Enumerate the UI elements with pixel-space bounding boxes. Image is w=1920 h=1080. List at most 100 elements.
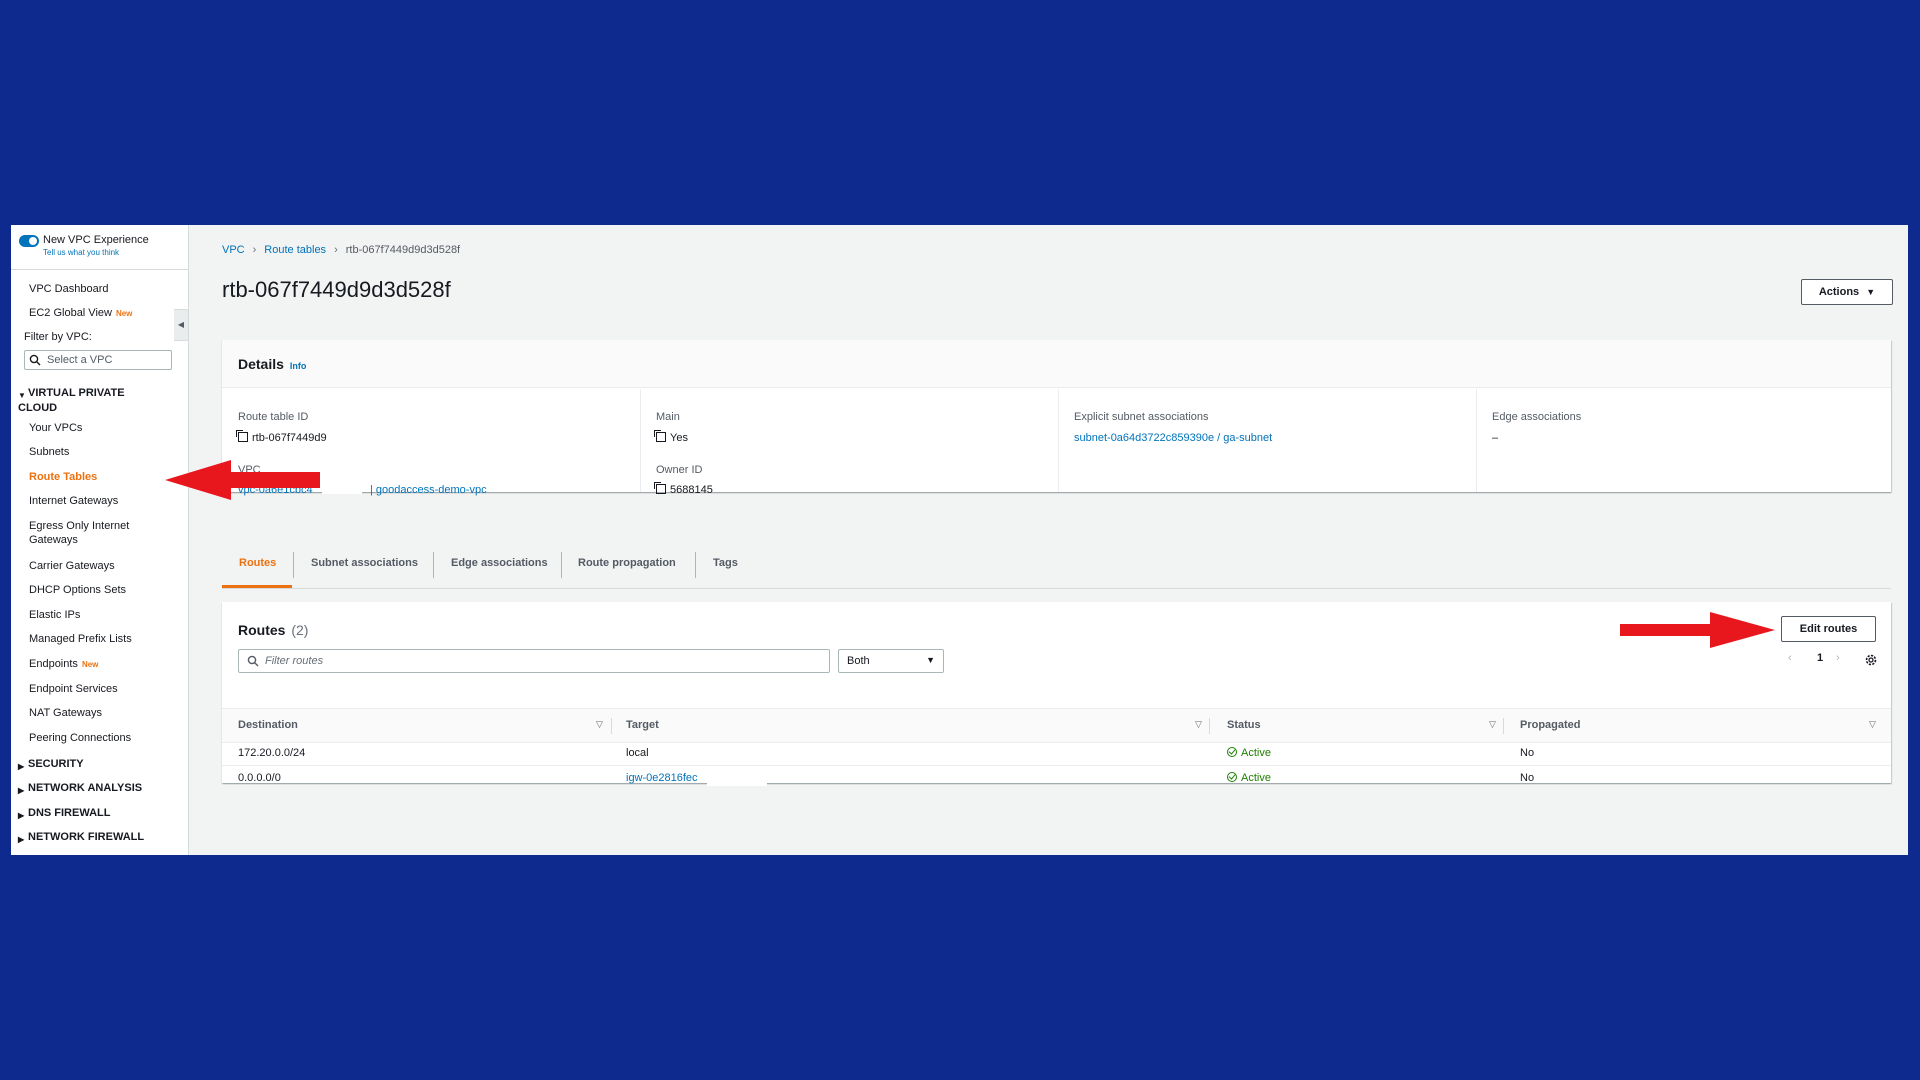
copy-icon[interactable] [654,482,666,494]
page-title: rtb-067f7449d9d3d528f [222,277,451,302]
tab-routes[interactable]: Routes [239,556,276,606]
filter-by-vpc-label: Filter by VPC: [24,331,92,343]
tabs-baseline [222,588,1891,589]
section-virtual-private-cloud[interactable]: ▼ VIRTUAL PRIVATE CLOUD [18,387,138,415]
section-network-analysis[interactable]: ▶ NETWORK ANALYSIS [18,782,142,797]
sort-icon[interactable]: ▽ [1489,719,1496,730]
info-link[interactable]: Info [290,361,307,371]
copy-icon[interactable] [236,430,248,442]
breadcrumb-current: rtb-067f7449d9d3d528f [345,244,461,256]
details-header: Details Info [222,340,1891,388]
sidebar-item-dhcp-options-sets[interactable]: DHCP Options Sets [29,583,126,597]
column-header-status[interactable]: Status [1227,719,1261,731]
table-row[interactable]: 172.20.0.0/24 local Active No [222,741,1891,766]
sidebar-item-egress-only-internet-gateways[interactable]: Egress Only Internet Gateways [29,519,149,547]
chevron-right-icon: › [252,244,257,256]
tab-tags[interactable]: Tags [713,556,738,606]
check-circle-icon [1227,747,1237,757]
caret-left-icon: ◀ [177,320,185,329]
sidebar-item-internet-gateways[interactable]: Internet Gateways [29,494,118,508]
next-page-button[interactable]: › [1836,652,1840,664]
section-network-firewall[interactable]: ▶ NETWORK FIREWALL [18,831,144,846]
sidebar-item-carrier-gateways[interactable]: Carrier Gateways [29,559,115,573]
owner-id-value: 5688145 [654,482,713,496]
sidebar-item-vpc-dashboard[interactable]: VPC Dashboard [29,282,109,296]
column-divider [1476,389,1477,492]
route-destination: 0.0.0.0/0 [238,772,281,784]
sidebar-item-nat-gateways[interactable]: NAT Gateways [29,706,102,720]
sort-icon[interactable]: ▽ [1195,719,1202,730]
caret-down-icon: ▼ [18,391,26,400]
sidebar-divider [11,269,189,270]
caret-right-icon: ▶ [18,811,25,820]
breadcrumb-vpc[interactable]: VPC [222,244,245,256]
vpc-name-link[interactable]: | goodaccess-demo-vpc [370,484,487,496]
copy-icon[interactable] [654,430,666,442]
sidebar-item-your-vpcs[interactable]: Your VPCs [29,421,82,435]
tab-route-propagation[interactable]: Route propagation [578,556,676,606]
routes-table-header: Destination ▽ Target ▽ Status ▽ Propagat… [222,708,1891,743]
new-badge: New [81,660,99,669]
edge-associations-label: Edge associations [1492,411,1582,423]
route-status: Active [1227,747,1271,759]
sidebar-item-peering-connections[interactable]: Peering Connections [29,731,131,745]
section-security[interactable]: ▶ SECURITY [18,758,84,773]
column-header-destination[interactable]: Destination [238,719,298,731]
sidebar-item-endpoint-services[interactable]: Endpoint Services [29,682,118,696]
caret-down-icon: ▼ [1866,287,1876,297]
edge-associations-value: – [1492,432,1499,444]
column-divider [640,389,641,492]
route-type-value: Both [847,655,870,667]
tab-subnet-associations[interactable]: Subnet associations [311,556,418,606]
previous-page-button[interactable]: ‹ [1788,652,1792,664]
breadcrumb-route-tables[interactable]: Route tables [264,244,326,256]
sort-icon[interactable]: ▽ [1869,719,1876,730]
route-table-id-label: Route table ID [238,411,309,423]
breadcrumb: VPC › Route tables › rtb-067f7449d9d3d528f [222,244,460,256]
route-destination: 172.20.0.0/24 [238,747,306,759]
tab-divider [561,552,562,578]
caret-right-icon: ▶ [18,835,25,844]
vpc-filter-select[interactable]: Select a VPC [24,350,172,370]
main-value: Yes [654,430,688,444]
column-divider [611,718,612,734]
sidebar-item-elastic-ips[interactable]: Elastic IPs [29,608,80,622]
chevron-right-icon: › [1836,652,1840,664]
feedback-link[interactable]: Tell us what you think [43,248,119,257]
check-circle-icon [1227,772,1237,782]
route-target-link[interactable]: igw-0e2816fec [626,772,698,784]
gear-icon[interactable] [1864,653,1878,667]
sidebar-item-subnets[interactable]: Subnets [29,445,69,459]
sidebar-item-managed-prefix-lists[interactable]: Managed Prefix Lists [29,632,132,646]
tab-divider [433,552,434,578]
route-table-id-value: rtb-067f7449d9 [236,430,327,444]
filter-routes-placeholder: Filter routes [265,655,324,667]
tab-edge-associations[interactable]: Edge associations [451,556,548,606]
route-propagated: No [1520,772,1535,784]
sort-icon[interactable]: ▽ [596,719,603,730]
console-screenshot: New VPC Experience Tell us what you thin… [11,225,1908,855]
new-experience-toggle[interactable] [19,235,39,247]
route-propagated: No [1520,747,1535,759]
search-icon [29,354,41,366]
redaction-mask [322,480,362,494]
edit-routes-button[interactable]: Edit routes [1781,616,1876,642]
actions-button[interactable]: Actions ▼ [1801,279,1893,305]
annotation-arrow-left [165,460,320,500]
column-header-target[interactable]: Target [626,719,659,731]
sidebar: New VPC Experience Tell us what you thin… [11,225,189,855]
sidebar-item-ec2-global-view[interactable]: EC2 Global View New [29,306,132,321]
explicit-subnet-association-link[interactable]: subnet-0a64d3722c859390e / ga-subnet [1074,432,1272,444]
column-header-propagated[interactable]: Propagated [1520,719,1581,731]
route-type-select[interactable]: Both ▼ [838,649,944,673]
details-panel: Details Info Route table ID rtb-067f7449d… [222,340,1891,496]
sidebar-item-endpoints[interactable]: Endpoints New [29,657,98,672]
new-experience-title: New VPC Experience [43,234,149,246]
page-number-button[interactable]: 1 [1817,652,1823,664]
collapse-sidebar-button[interactable]: ◀ [174,309,189,341]
filter-routes-input[interactable]: Filter routes [238,649,830,673]
table-row[interactable]: 0.0.0.0/0 igw-0e2816fec Active No [222,766,1891,790]
new-badge: New [115,309,133,318]
section-dns-firewall[interactable]: ▶ DNS FIREWALL [18,807,111,822]
sidebar-item-route-tables[interactable]: Route Tables [29,470,97,484]
